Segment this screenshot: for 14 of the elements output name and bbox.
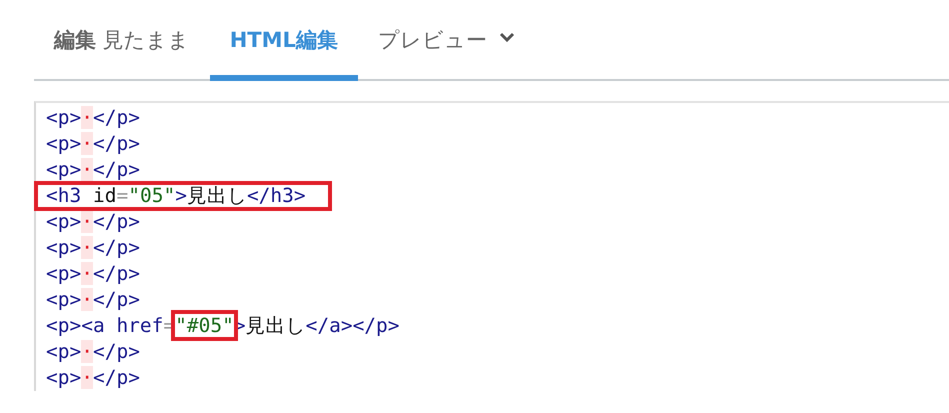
code-line: <p>·</p> xyxy=(46,131,140,157)
chevron-down-icon xyxy=(498,32,515,44)
code-line: <p>·</p> xyxy=(46,261,140,287)
code-line: <p>·</p> xyxy=(46,365,140,391)
editor-tab[interactable]: HTML編集 xyxy=(210,0,358,81)
editor-tab[interactable]: 編集 見たまま xyxy=(34,0,210,81)
editor-tab[interactable]: プレビュー xyxy=(358,0,535,81)
code-line: <p>·</p> xyxy=(46,105,140,131)
code-line: <p>·</p> xyxy=(46,235,140,261)
code-line: <p>·</p> xyxy=(46,287,140,313)
code-line: <p>·</p> xyxy=(46,209,140,235)
code-line: <p>·</p> xyxy=(46,339,140,365)
code-line: <h3 id="05">見出し</h3> xyxy=(36,183,330,209)
code-line: <p>·</p> xyxy=(46,157,140,183)
